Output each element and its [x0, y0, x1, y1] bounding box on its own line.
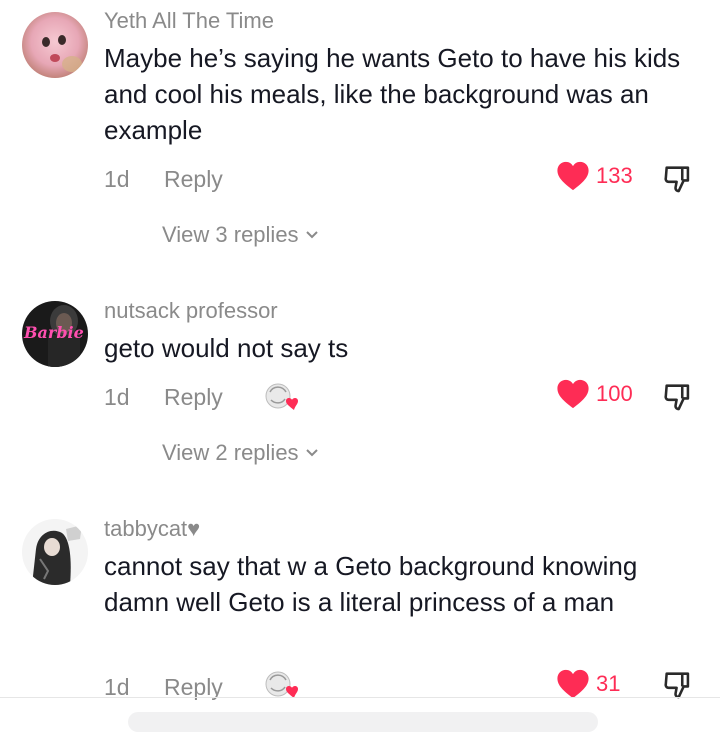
like-button[interactable]: 100: [556, 378, 633, 410]
like-count: 133: [596, 163, 633, 188]
reply-button[interactable]: Reply: [164, 166, 223, 193]
comment-age: 1d: [104, 166, 130, 192]
thumbs-down-icon: [664, 384, 690, 411]
reply-button[interactable]: Reply: [164, 384, 223, 411]
heart-icon: [557, 379, 589, 409]
divider: [0, 697, 720, 698]
thumbs-down-icon: [664, 166, 690, 193]
chevron-down-icon: [305, 231, 318, 239]
like-button[interactable]: 133: [556, 160, 633, 192]
like-count: 100: [596, 381, 633, 406]
comment-input-bar[interactable]: [128, 712, 598, 732]
like-count: 31: [596, 671, 621, 696]
comment-text: geto would not say ts: [104, 333, 349, 363]
heart-icon: [557, 161, 589, 191]
dislike-button[interactable]: [661, 162, 695, 196]
view-replies-button[interactable]: View 3 replies: [162, 222, 319, 248]
chevron-down-icon: [305, 449, 318, 457]
creator-liked-icon: [262, 380, 304, 414]
comment-text: cannot say that w a Geto background know…: [104, 551, 638, 617]
view-replies-label: View 2 replies: [162, 440, 299, 465]
avatar[interactable]: Barbie: [22, 301, 88, 367]
heart-icon: [557, 669, 589, 699]
comment-username[interactable]: nutsack professor: [104, 298, 278, 324]
comment-username[interactable]: tabbycat♥: [104, 516, 200, 542]
comment-text: Maybe he’s saying he wants Geto to have …: [104, 43, 681, 145]
dislike-button[interactable]: [661, 380, 695, 414]
comment-username[interactable]: Yeth All The Time: [104, 8, 274, 34]
avatar-logo: Barbie: [24, 323, 84, 342]
avatar[interactable]: [22, 519, 88, 585]
view-replies-label: View 3 replies: [162, 222, 299, 247]
like-button[interactable]: 31: [556, 668, 620, 700]
avatar[interactable]: [22, 12, 88, 78]
comment-age: 1d: [104, 384, 130, 410]
view-replies-button[interactable]: View 2 replies: [162, 440, 319, 466]
